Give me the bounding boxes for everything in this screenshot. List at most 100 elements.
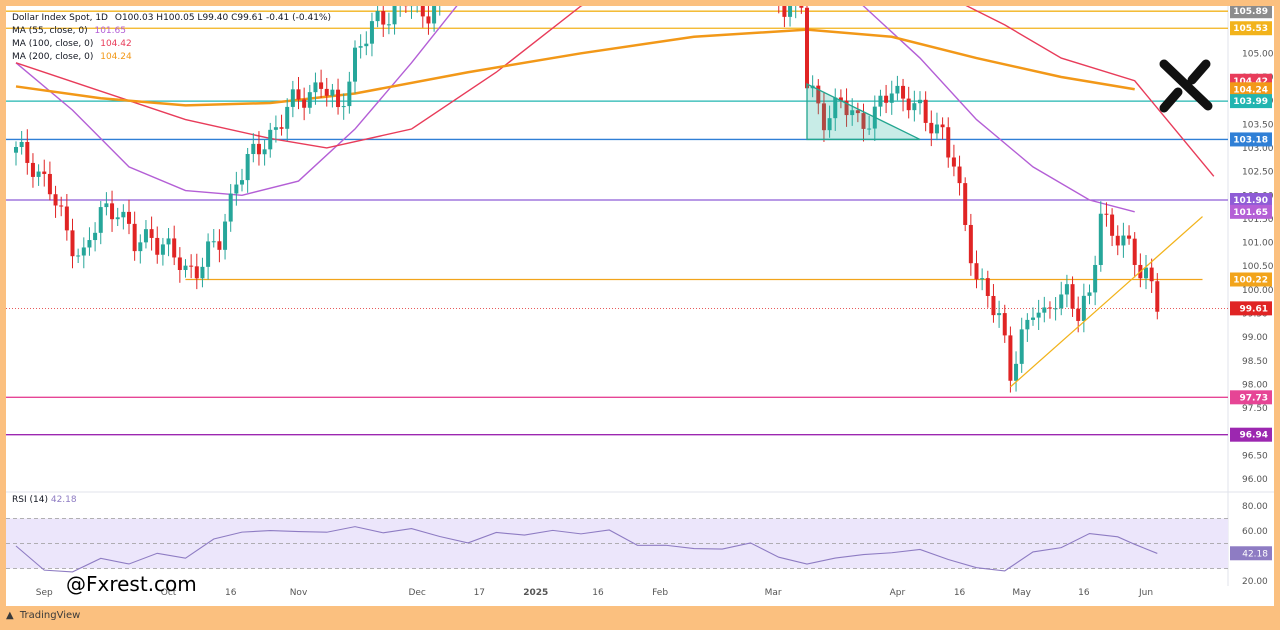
price-tag-label: 103.18 — [1233, 135, 1268, 145]
candle-body — [974, 263, 979, 280]
candle-body — [963, 183, 968, 225]
candle-body — [228, 193, 233, 222]
candle-body — [1025, 319, 1030, 330]
candle-body — [87, 240, 92, 248]
candle-body — [98, 207, 103, 233]
candle-body — [121, 211, 126, 218]
candle-body — [217, 241, 222, 250]
rsi-legend[interactable]: RSI (14) 42.18 — [12, 495, 77, 505]
ma100-legend[interactable]: MA (100, close, 0) 104.42 — [12, 38, 335, 51]
candle-body — [307, 92, 312, 108]
x-tick-label: 16 — [954, 588, 966, 598]
candle-body — [59, 205, 64, 207]
x-tick-label: Jun — [1138, 588, 1153, 598]
candle-body — [70, 230, 75, 257]
candle-body — [1087, 292, 1092, 296]
candle-body — [392, 6, 397, 25]
x-tick-label: 2025 — [523, 588, 548, 598]
candle-body — [381, 11, 386, 25]
candle-body — [313, 82, 318, 93]
y-tick-label: 100.50 — [1242, 262, 1274, 272]
x-tick-label: Feb — [652, 588, 668, 598]
candle-body — [245, 154, 250, 181]
candle-body — [968, 224, 973, 264]
trendline — [1009, 216, 1203, 388]
price-tag-label: 97.73 — [1240, 393, 1268, 403]
ma200-legend[interactable]: MA (200, close, 0) 104.24 — [12, 51, 335, 64]
price-tag-label: 103.99 — [1233, 97, 1268, 107]
candle-body — [279, 127, 284, 129]
watermark-handle: @Fxrest.com — [66, 572, 197, 596]
candle-body — [1110, 214, 1115, 236]
candle-body — [1076, 308, 1081, 321]
ma55-legend[interactable]: MA (55, close, 0) 101.65 — [12, 25, 335, 38]
candle-body — [912, 103, 917, 111]
ma100-label: MA (100, close, 0) — [12, 39, 94, 49]
x-tick-label: 16 — [225, 588, 237, 598]
candle-body — [1098, 213, 1103, 265]
candle-body — [1019, 329, 1024, 364]
y-tick-label: 97.50 — [1242, 404, 1268, 414]
candle-body — [93, 232, 98, 241]
ma55-value: 101.65 — [94, 26, 126, 36]
candle-body — [110, 203, 115, 220]
candle-body — [290, 89, 295, 107]
candle-body — [127, 211, 131, 224]
candle-body — [1031, 317, 1035, 320]
candle-body — [268, 129, 273, 150]
candle-body — [1081, 295, 1086, 321]
candle-body — [1036, 312, 1041, 318]
candle-body — [375, 11, 380, 22]
candle-body — [432, 6, 437, 24]
candle-body — [347, 81, 352, 107]
candle-body — [273, 127, 278, 130]
rsi-tick-label: 80.00 — [1242, 502, 1268, 512]
candle-body — [223, 221, 228, 250]
candle-body — [1014, 363, 1019, 381]
price-tag-label: 96.94 — [1240, 431, 1268, 441]
brand-name: TradingView — [19, 610, 81, 621]
x-tick-label: 16 — [1078, 588, 1090, 598]
x-tick-label: 16 — [592, 588, 604, 598]
candle-body — [177, 257, 182, 271]
ma55-label: MA (55, close, 0) — [12, 26, 88, 36]
tradingview-logo-icon: ▲ — [6, 610, 14, 621]
candle-body — [1155, 281, 1160, 312]
candle-body — [36, 171, 41, 177]
candle-body — [206, 241, 211, 267]
candle-body — [64, 206, 69, 231]
chart-legend: Dollar Index Spot, 1D O100.03 H100.05 L9… — [12, 12, 335, 64]
candle-body — [805, 7, 809, 89]
price-tag-label: 99.61 — [1240, 304, 1268, 314]
candle-body — [341, 106, 346, 108]
y-tick-label: 105.00 — [1242, 49, 1274, 59]
y-tick-label: 98.00 — [1242, 381, 1268, 391]
chart-canvas[interactable]: 105.00104.50104.00103.50103.00102.50102.… — [6, 6, 1274, 606]
candle-body — [319, 82, 324, 89]
candle-body — [985, 278, 990, 296]
rsi-tick-label: 20.00 — [1242, 577, 1268, 587]
candle-body — [940, 124, 945, 128]
candle-body — [420, 6, 425, 17]
ma200-value: 104.24 — [100, 52, 132, 62]
candle-body — [929, 122, 934, 134]
candle-body — [923, 99, 928, 123]
candle-body — [1127, 235, 1132, 239]
candle-body — [42, 171, 47, 174]
candle-body — [957, 166, 962, 184]
candle-body — [901, 85, 906, 99]
candle-body — [330, 89, 335, 96]
symbol-label: Dollar Index Spot, 1D — [12, 13, 108, 23]
candle-body — [155, 237, 160, 255]
brand-footer[interactable]: ▲ TradingView — [6, 610, 80, 621]
candle-body — [76, 255, 81, 257]
candle-body — [1149, 267, 1154, 282]
ma200-label: MA (200, close, 0) — [12, 52, 94, 62]
candle-body — [14, 147, 18, 153]
candle-body — [369, 21, 374, 44]
price-tag-label: 100.22 — [1233, 275, 1268, 285]
y-tick-label: 103.50 — [1242, 120, 1274, 130]
candle-body — [386, 24, 391, 26]
x-tick-label: Nov — [290, 588, 308, 598]
symbol-line: Dollar Index Spot, 1D O100.03 H100.05 L9… — [12, 12, 335, 25]
